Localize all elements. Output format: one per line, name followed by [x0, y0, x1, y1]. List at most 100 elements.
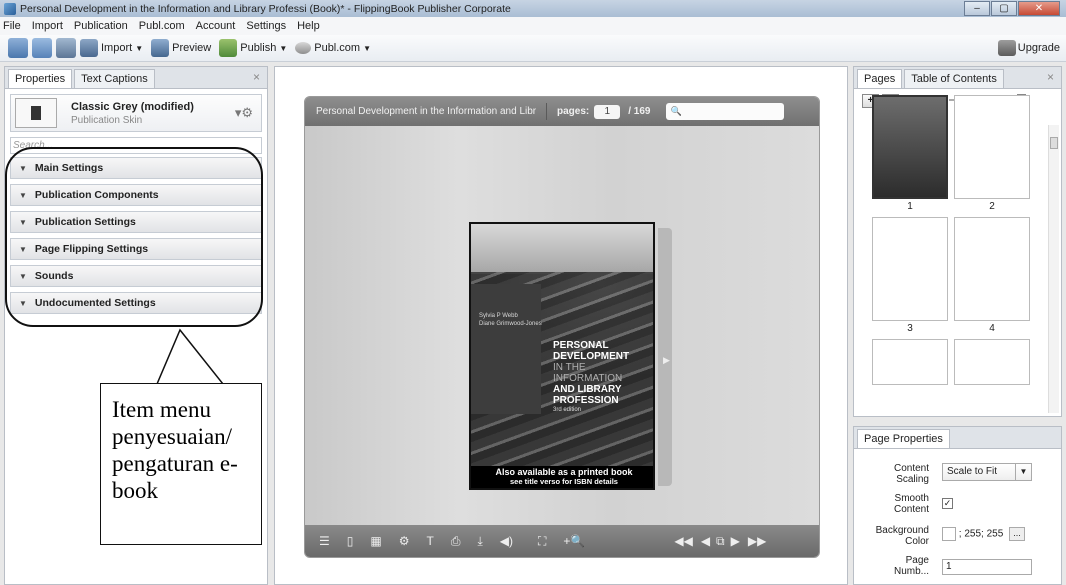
menu-settings[interactable]: Settings	[246, 20, 286, 32]
sound-icon[interactable]: ◀)	[500, 534, 513, 548]
share-icon[interactable]: ⚙	[399, 534, 410, 548]
thumbnails-icon[interactable]: ▦	[370, 534, 381, 548]
pages-total: / 169	[628, 106, 651, 117]
cart-icon	[997, 40, 1016, 56]
background-color-field[interactable]: ; 255; 255 ...	[942, 527, 1026, 541]
divider	[546, 103, 547, 120]
pages-panel: Pages Table of Contents × + − 1 2 3 4	[853, 66, 1062, 417]
thumbnails-scrollbar[interactable]	[1048, 125, 1059, 413]
cloud-icon	[295, 42, 312, 54]
print-icon[interactable]: ⎙	[451, 534, 461, 549]
next-page-arrow-icon[interactable]: ▶	[663, 355, 670, 366]
book-cover[interactable]: Sylvia P Webb Diane Grimwood-Jones PERSO…	[469, 222, 655, 490]
settings-list: ▼ Main Settings ▼ Publication Components ▼…	[10, 157, 262, 314]
cover-edition: 3rd edition	[553, 407, 582, 413]
last-page-icon[interactable]: ▶▶	[748, 534, 766, 548]
color-swatch[interactable]	[942, 527, 956, 541]
maximize-button[interactable]: ▢	[991, 1, 1017, 16]
settings-main[interactable]: ▼ Main Settings	[10, 157, 262, 179]
new-project-icon[interactable]	[8, 38, 28, 58]
settings-sounds[interactable]: ▼ Sounds	[10, 265, 262, 287]
viewer-bottombar: ☰ ▯ ▦ ⚙ T ⎙ ⤓ ◀) ⛶ +🔍 ◀◀ ◀ ⧉ ▶ ▶▶	[305, 525, 819, 557]
publish-button[interactable]: Publish ▼	[219, 39, 287, 57]
chevron-down-icon: ▼	[19, 298, 27, 308]
menu-account[interactable]: Account	[196, 20, 236, 32]
preview-button[interactable]: Preview	[151, 39, 211, 57]
skin-name: Classic Grey (modified)	[71, 100, 194, 113]
color-picker-button[interactable]: ...	[1009, 527, 1026, 541]
gear-icon[interactable]: ▾⚙	[235, 105, 253, 121]
smooth-content-label: Smooth Content	[893, 493, 929, 515]
cover-title: PERSONAL DEVELOPMENT IN THE INFORMATION …	[553, 340, 630, 406]
scroll-handle[interactable]	[1050, 137, 1058, 149]
chevron-down-icon: ▼	[279, 43, 288, 53]
chevron-down-icon: ▼	[19, 217, 27, 227]
text-icon[interactable]: T	[426, 534, 433, 548]
cover-printed-note: Also available as a printed book see tit…	[471, 466, 653, 488]
page-thumbnail[interactable]	[872, 217, 948, 321]
menu-file[interactable]: File	[3, 20, 21, 32]
menu-import[interactable]: Import	[32, 20, 63, 32]
open-project-icon[interactable]	[32, 38, 52, 58]
page-number-field[interactable]: 1	[942, 559, 1032, 575]
first-page-icon[interactable]: ◀◀	[674, 534, 692, 548]
prev-page-icon[interactable]: ◀	[701, 534, 710, 548]
content-scaling-label: Content Scaling	[893, 463, 929, 485]
page-number-input[interactable]: 1	[594, 104, 621, 119]
page-thumbnail[interactable]	[872, 339, 948, 385]
menu-publication[interactable]: Publication	[74, 20, 128, 32]
download-icon[interactable]: ⤓	[477, 534, 482, 549]
content-scaling-select[interactable]: Scale to Fit ▼	[942, 463, 1032, 481]
viewer-topbar: Personal Development in the Information …	[305, 97, 819, 126]
app-icon	[4, 2, 16, 15]
callout-text: Item menu penyesuaian/ pengaturan e-book	[100, 383, 262, 545]
chevron-down-icon: ▼	[19, 244, 27, 254]
page-thumbnail[interactable]	[954, 217, 1030, 321]
close-icon[interactable]: ×	[1047, 70, 1054, 84]
toolbar: Import ▼ Preview Publish ▼ Publ.com ▼ Upgra…	[0, 35, 1066, 62]
page-properties-tabs: Page Properties	[854, 427, 1061, 449]
minimize-button[interactable]: –	[964, 1, 990, 16]
search-input[interactable]: Search...	[10, 137, 262, 154]
viewer-title: Personal Development in the Information …	[316, 106, 536, 117]
settings-page-flipping[interactable]: ▼ Page Flipping Settings	[10, 238, 262, 260]
background-color-label: Background Color	[875, 525, 929, 547]
pages-tabs: Pages Table of Contents ×	[854, 67, 1061, 89]
close-button[interactable]: ✕	[1018, 1, 1060, 16]
page-properties-panel: Page Properties Content Scaling Scale to…	[853, 426, 1062, 585]
page-number: 3	[907, 323, 913, 334]
save-project-icon[interactable]	[56, 38, 76, 58]
fullscreen-icon[interactable]: ⛶	[538, 534, 546, 549]
zoom-in-icon[interactable]: +🔍	[563, 534, 585, 548]
page-thumbnail[interactable]	[954, 339, 1030, 385]
page-number: 2	[989, 201, 995, 212]
close-icon[interactable]: ×	[253, 70, 260, 84]
page-number-label: Page Numb...	[893, 555, 929, 577]
page-thumbnail[interactable]	[954, 95, 1030, 199]
menu-publcom[interactable]: Publ.com	[139, 20, 185, 32]
cover-dark-block	[471, 284, 541, 414]
skin-selector[interactable]: Classic Grey (modified) Publication Skin…	[10, 94, 262, 132]
viewer-search-input[interactable]: 🔍	[666, 103, 785, 120]
tab-pages[interactable]: Pages	[857, 69, 903, 88]
publcom-button[interactable]: Publ.com ▼	[295, 42, 371, 54]
smooth-content-checkbox[interactable]: ✓	[942, 498, 953, 509]
search-icon: 🔍	[670, 106, 682, 116]
settings-undocumented[interactable]: ▼ Undocumented Settings	[10, 292, 262, 314]
settings-publication-components[interactable]: ▼ Publication Components	[10, 184, 262, 206]
menu-help[interactable]: Help	[297, 20, 320, 32]
go-to-page-icon[interactable]: ⧉	[716, 534, 725, 549]
chevron-down-icon: ▼	[19, 271, 27, 281]
single-page-icon[interactable]: ▯	[347, 534, 354, 548]
tab-text-captions[interactable]: Text Captions	[74, 69, 155, 88]
page-thumbnail[interactable]	[872, 95, 948, 199]
settings-publication[interactable]: ▼ Publication Settings	[10, 211, 262, 233]
tab-table-of-contents[interactable]: Table of Contents	[904, 69, 1004, 88]
tab-page-properties[interactable]: Page Properties	[857, 429, 950, 448]
upgrade-button[interactable]: Upgrade	[997, 40, 1060, 56]
tab-properties[interactable]: Properties	[8, 69, 73, 88]
import-button[interactable]: Import ▼	[80, 39, 143, 57]
toc-icon[interactable]: ☰	[319, 534, 330, 548]
next-page-icon[interactable]: ▶	[731, 534, 740, 548]
pages-label: pages:	[557, 106, 590, 117]
